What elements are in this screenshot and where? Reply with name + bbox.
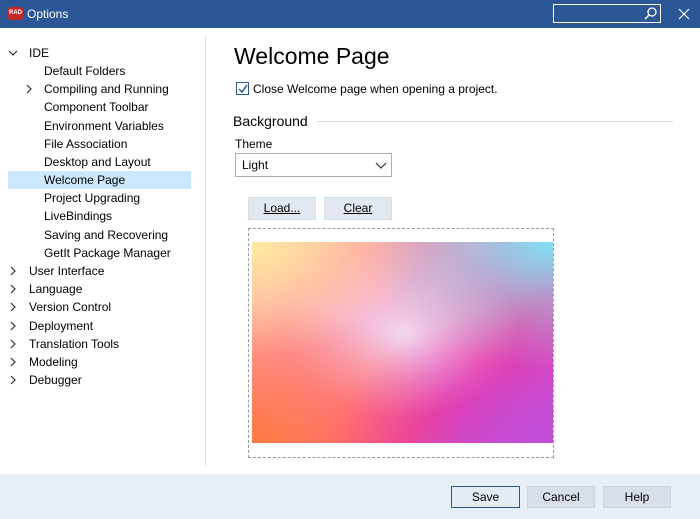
tree-item-label: Component Toolbar — [44, 100, 149, 114]
tree-item-label: Version Control — [29, 300, 112, 314]
tree-item-label: Desktop and Layout — [44, 155, 151, 169]
tree-item-environment-variables[interactable]: Environment Variables — [8, 117, 191, 135]
chevron-down-icon — [375, 162, 387, 169]
tree-item-label: Compiling and Running — [44, 82, 169, 96]
panel-divider — [205, 36, 206, 466]
chevron-right-icon[interactable] — [8, 321, 18, 331]
tree-item-compiling-and-running[interactable]: Compiling and Running — [8, 80, 191, 98]
title-bar: RAD Options — [0, 0, 700, 28]
load-button[interactable]: Load... — [248, 197, 316, 220]
tree-item-label: IDE — [29, 46, 50, 60]
tree-item-saving-and-recovering[interactable]: Saving and Recovering — [8, 226, 191, 244]
page-heading: Welcome Page — [234, 43, 390, 69]
tree-item-label: LiveBindings — [44, 209, 113, 223]
app-icon: RAD — [8, 7, 23, 20]
tree-item-label: File Association — [44, 137, 128, 151]
tree-item-label: Project Upgrading — [44, 191, 141, 205]
section-divider — [317, 121, 673, 122]
tree-item-label: Welcome Page — [44, 173, 126, 187]
search-icon[interactable] — [644, 7, 657, 20]
tree-item-default-folders[interactable]: Default Folders — [8, 62, 191, 80]
tree-item-label: Language — [29, 282, 83, 296]
tree-item-label: Translation Tools — [29, 337, 120, 351]
help-button[interactable]: Help — [603, 486, 671, 508]
close-welcome-checkbox-label[interactable]: Close Welcome page when opening a projec… — [253, 82, 498, 97]
tree-item-label: Saving and Recovering — [44, 228, 169, 242]
cancel-button[interactable]: Cancel — [527, 486, 595, 508]
chevron-down-icon[interactable] — [8, 48, 18, 58]
theme-label: Theme — [235, 137, 273, 151]
search-box[interactable] — [553, 4, 661, 23]
tree-item-livebindings[interactable]: LiveBindings — [8, 207, 191, 225]
tree-item-component-toolbar[interactable]: Component Toolbar — [8, 98, 191, 116]
tree-item-label: Default Folders — [44, 64, 126, 78]
checkmark-icon — [238, 84, 248, 94]
theme-select-value: Light — [242, 158, 269, 172]
dialog-footer — [0, 474, 700, 519]
chevron-right-icon[interactable] — [8, 266, 18, 276]
tree-item-file-association[interactable]: File Association — [8, 135, 191, 153]
theme-select[interactable]: Light — [235, 153, 392, 177]
chevron-right-icon[interactable] — [8, 284, 18, 294]
chevron-right-icon[interactable] — [8, 357, 18, 367]
clear-button[interactable]: Clear — [324, 197, 392, 220]
window-title: Options — [27, 7, 69, 21]
background-image — [252, 242, 553, 443]
chevron-right-icon[interactable] — [8, 375, 18, 385]
background-section-label: Background — [233, 113, 308, 129]
tree-item-label: Modeling — [29, 355, 78, 369]
chevron-right-icon[interactable] — [8, 339, 18, 349]
close-icon[interactable] — [672, 3, 696, 25]
save-button[interactable]: Save — [451, 486, 520, 508]
tree-item-label: Debugger — [29, 373, 82, 387]
tree-item-label: GetIt Package Manager — [44, 246, 171, 260]
tree-item-label: Environment Variables — [44, 119, 164, 133]
tree-item-label: Deployment — [29, 319, 94, 333]
background-preview — [248, 228, 554, 458]
chevron-right-icon[interactable] — [8, 302, 18, 312]
tree-item-project-upgrading[interactable]: Project Upgrading — [8, 189, 191, 207]
close-welcome-checkbox[interactable] — [236, 82, 249, 95]
chevron-right-icon[interactable] — [24, 84, 34, 94]
tree-item-getit-package-manager[interactable]: GetIt Package Manager — [8, 244, 191, 262]
tree-item-welcome-page[interactable]: Welcome Page — [8, 171, 191, 189]
tree-item-desktop-and-layout[interactable]: Desktop and Layout — [8, 153, 191, 171]
tree-item-label: User Interface — [29, 264, 105, 278]
